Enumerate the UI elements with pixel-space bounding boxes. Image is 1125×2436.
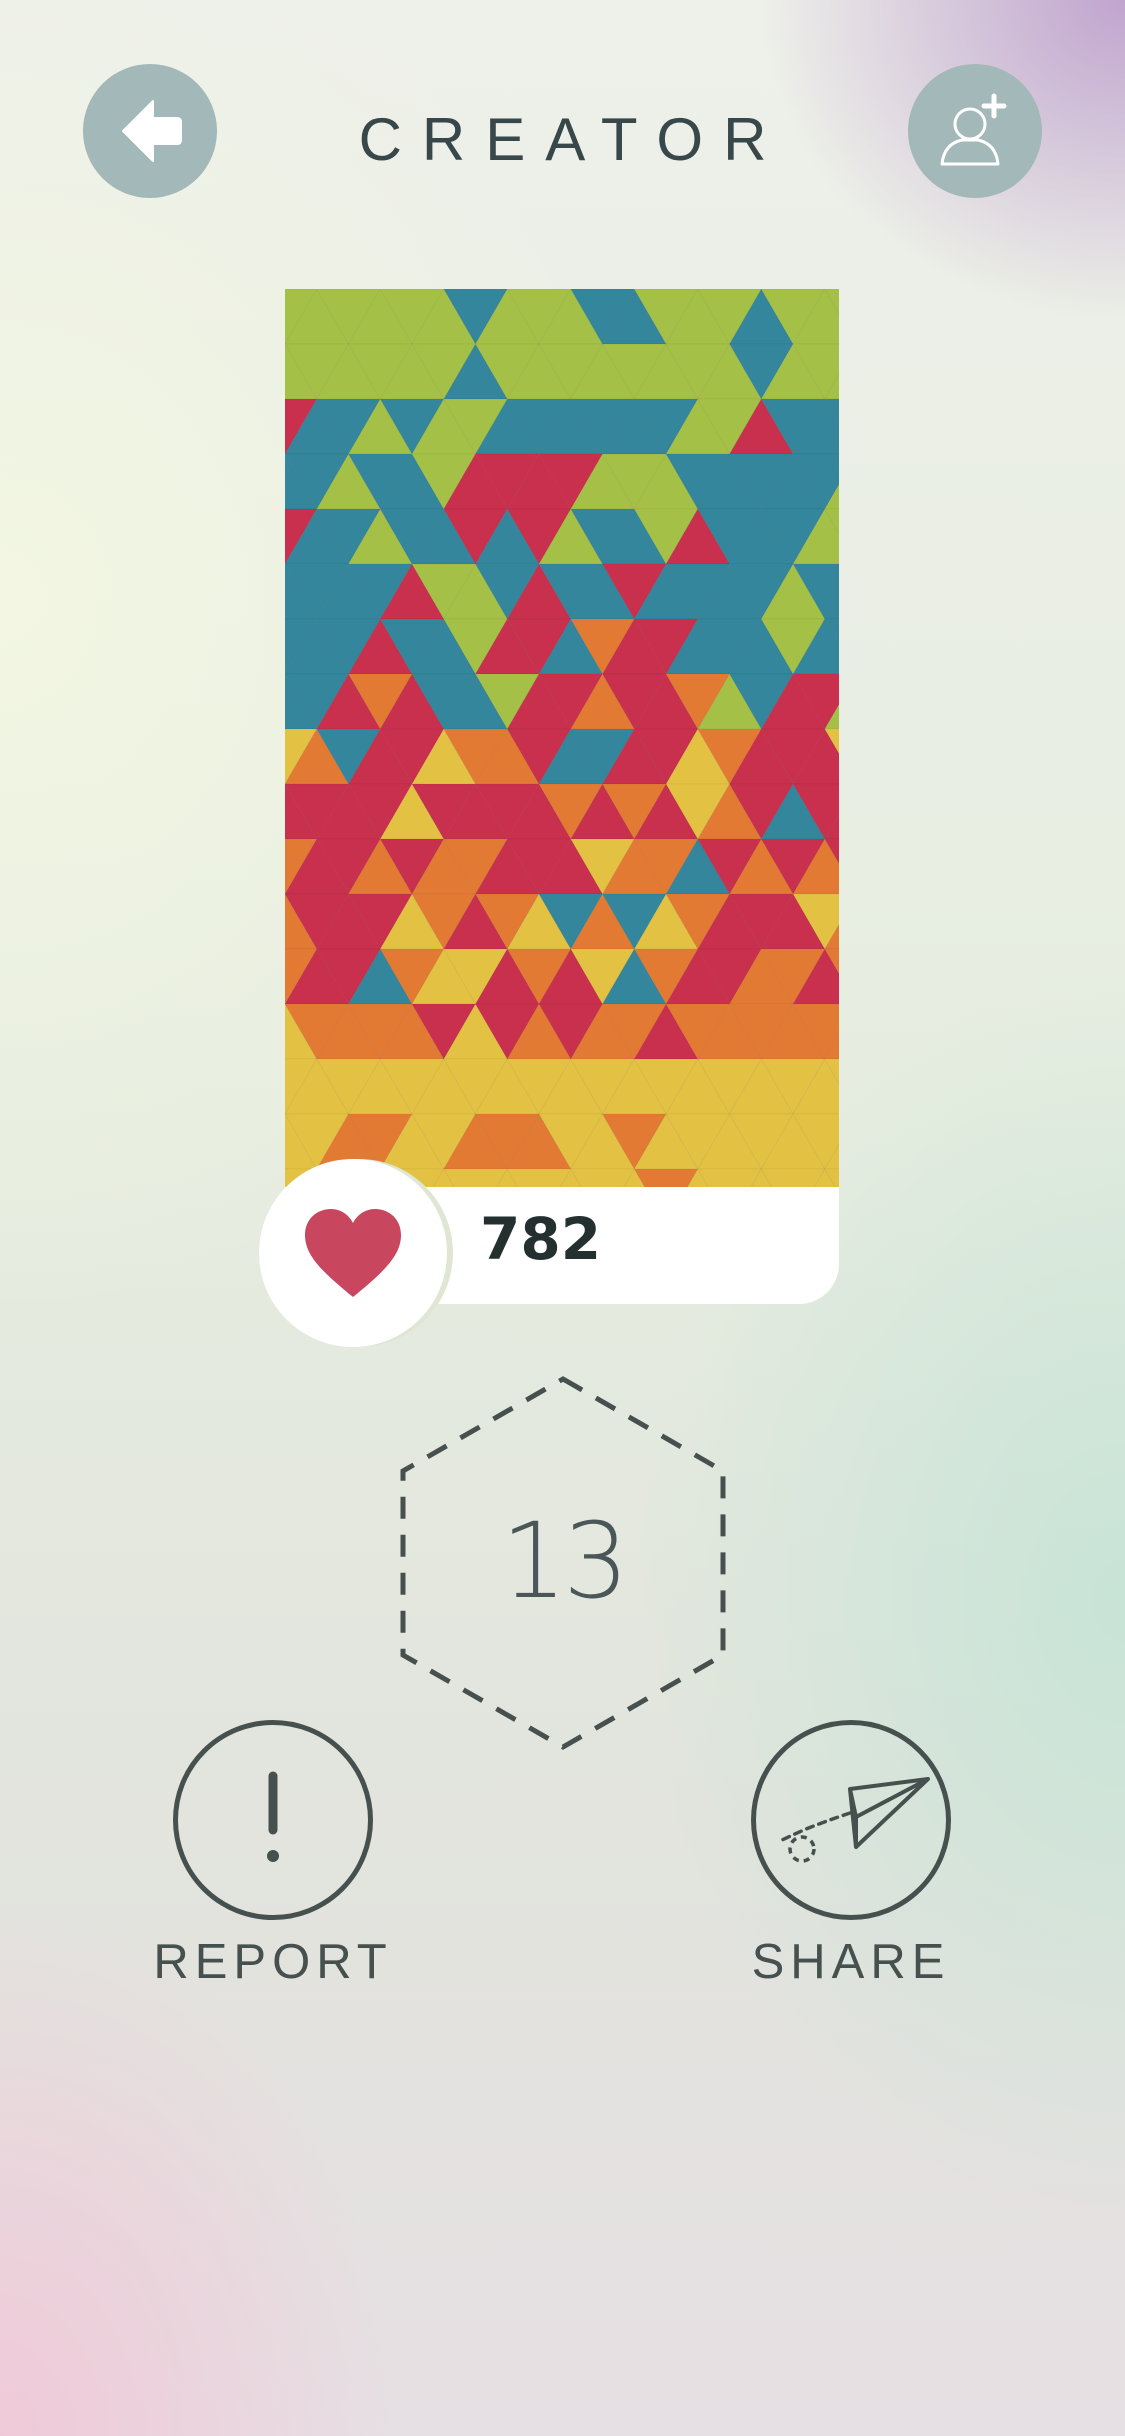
like-button[interactable]: [259, 1159, 447, 1347]
report-button[interactable]: REPORT: [153, 1720, 393, 1990]
artwork-triangle: [570, 1168, 635, 1187]
share-label: SHARE: [751, 1935, 951, 1989]
artwork-triangle: [506, 1168, 572, 1187]
artwork-image[interactable]: [285, 289, 839, 1187]
report-circle[interactable]: [173, 1720, 373, 1920]
paper-plane-icon: [778, 1777, 930, 1863]
artwork-card[interactable]: 782: [285, 289, 839, 1304]
like-count: 782: [480, 1205, 602, 1273]
add-friend-button[interactable]: [908, 64, 1042, 198]
report-label: REPORT: [153, 1935, 393, 1989]
artwork-triangle: [443, 1168, 508, 1187]
artwork-triangle: [633, 1168, 699, 1187]
artwork-triangle: [697, 1168, 762, 1187]
heart-icon: [305, 1209, 401, 1297]
add-user-icon: [940, 93, 1007, 166]
artwork-triangle: [760, 1168, 826, 1187]
triangle-pattern: [285, 289, 839, 1187]
exclamation-icon: [267, 1771, 279, 1862]
level-number: 13: [500, 1500, 629, 1622]
share-button[interactable]: SHARE: [731, 1720, 971, 1990]
share-circle[interactable]: [751, 1720, 951, 1920]
